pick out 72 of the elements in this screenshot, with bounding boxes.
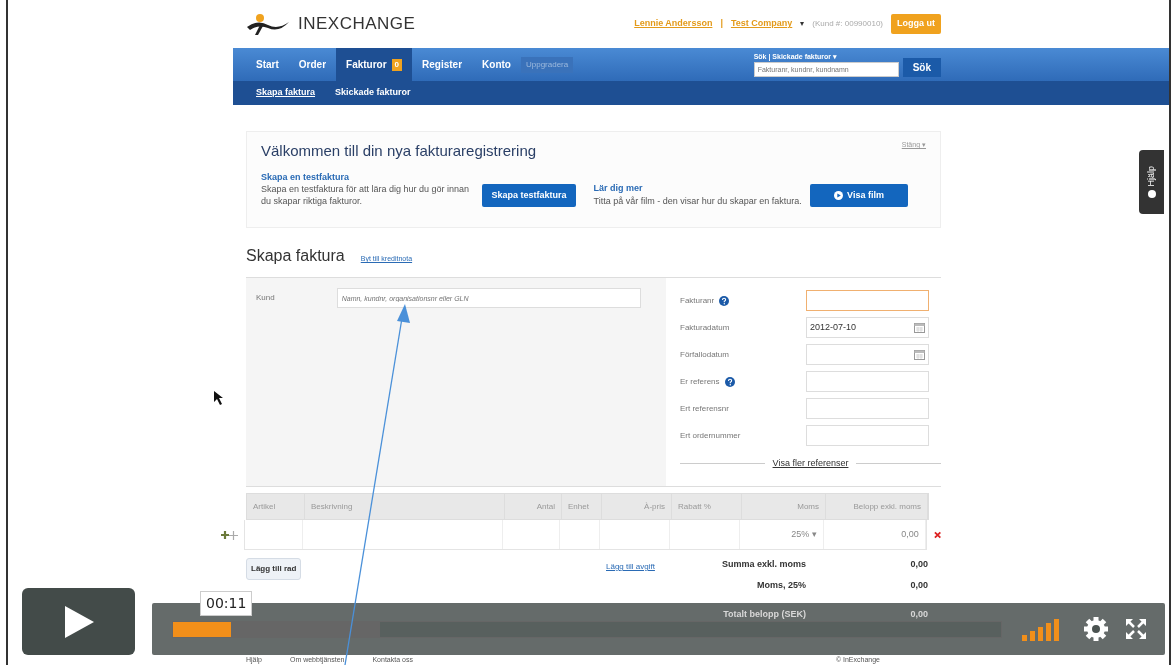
help-icon [724, 376, 735, 387]
add-icon [221, 531, 229, 539]
add-row-button[interactable]: Lägg till rad [246, 558, 302, 580]
field-label: Fakturanr [680, 294, 715, 307]
help-icon [1147, 190, 1156, 199]
field-label: Ert referensnr [680, 402, 729, 415]
panel-text: Skapa en testfaktura för att lära dig hur du gör innan du skapar riktiga fakturor. [261, 184, 471, 208]
count-badge: 0 [391, 58, 403, 71]
customer-number: (Kund #: 00990010) [812, 18, 883, 30]
column-header: Beskrivning [305, 494, 505, 519]
field-value: 2012-07-10 [810, 320, 857, 334]
help-tab[interactable]: Hjälp [1139, 150, 1164, 214]
settings-icon[interactable] [1083, 616, 1109, 642]
nav-tab[interactable]: Register [412, 48, 473, 81]
logo-text: INEXCHANGE [298, 13, 416, 36]
search-button[interactable]: Sök [902, 58, 941, 78]
column-header: Belopp exkl. moms [826, 494, 928, 519]
welcome-title: Välkommen till din nya fakturaregistrering [261, 141, 537, 161]
column-header: Moms [742, 494, 826, 519]
total-label: Totalt belopp (SEK) [722, 608, 806, 621]
nav-tab[interactable]: Start [246, 48, 289, 81]
input-field[interactable] [806, 344, 929, 365]
add-fee-link[interactable]: Lägg till avgift [606, 562, 655, 571]
total-value: 0,00 [910, 579, 928, 592]
cursor-icon [214, 391, 223, 405]
panel-heading: Lär dig mer [593, 182, 644, 196]
action-button[interactable]: Skapa testfaktura [482, 183, 576, 208]
subnav-tab[interactable]: Skapa faktura [246, 86, 326, 100]
input-field[interactable] [806, 398, 929, 419]
column-header: Enhet [562, 494, 602, 519]
more-references-link[interactable]: Visa fler referenser [772, 457, 849, 471]
calendar-icon [914, 322, 925, 333]
column-header: Artikel [247, 494, 305, 519]
volume-icon[interactable] [1022, 617, 1059, 641]
time-tooltip: 00:11 [200, 591, 253, 616]
calendar-icon [914, 349, 925, 360]
nav-tab[interactable]: Fakturor 0 [336, 48, 413, 81]
total-value: 0,00 [910, 558, 928, 571]
field-label: Kund [256, 292, 275, 304]
field-label: Förfallodatum [680, 348, 729, 361]
table-cell: 0,00 [823, 520, 926, 549]
nav-tab[interactable]: Order [288, 48, 337, 81]
panel-heading: Skapa en testfaktura [261, 170, 351, 184]
field-label: Er referens [680, 375, 720, 388]
total-label: Moms, 25% [755, 579, 806, 592]
fullscreen-icon[interactable] [1125, 618, 1147, 640]
separator: | [720, 17, 723, 31]
vat-dropdown[interactable]: 25% ▾ [739, 520, 824, 549]
input-field[interactable] [806, 425, 929, 446]
form-title: Skapa faktura [246, 246, 345, 266]
column-header: Antal [505, 494, 562, 519]
play-circle-icon [834, 191, 844, 201]
help-icon [719, 295, 730, 306]
total-value: 0,00 [910, 608, 928, 621]
subnav-tab[interactable]: Skickade fakturor [325, 86, 421, 100]
nav-tab[interactable]: Konto [472, 48, 521, 81]
column-header: Rabatt % [672, 494, 742, 519]
delete-icon [933, 531, 941, 539]
help-label[interactable]: Hjälp [1144, 165, 1159, 187]
field-label: Fakturadatum [680, 321, 730, 334]
column-header: À-pris [602, 494, 672, 519]
caret-icon[interactable]: ▾ [800, 18, 805, 30]
progress-track[interactable] [172, 621, 1002, 638]
input-field[interactable] [806, 371, 929, 392]
input-field[interactable]: 2012-07-10 [806, 317, 929, 338]
action-button[interactable]: Visa film [810, 183, 908, 208]
play-button[interactable] [22, 588, 135, 655]
panel-text: Titta på vår film - den visar hur du skapar en faktura. [593, 195, 803, 208]
input-field[interactable] [806, 290, 929, 311]
move-icon [229, 530, 238, 540]
field-label: Ert ordernummer [680, 429, 741, 442]
total-label: Summa exkl. moms [720, 558, 806, 571]
